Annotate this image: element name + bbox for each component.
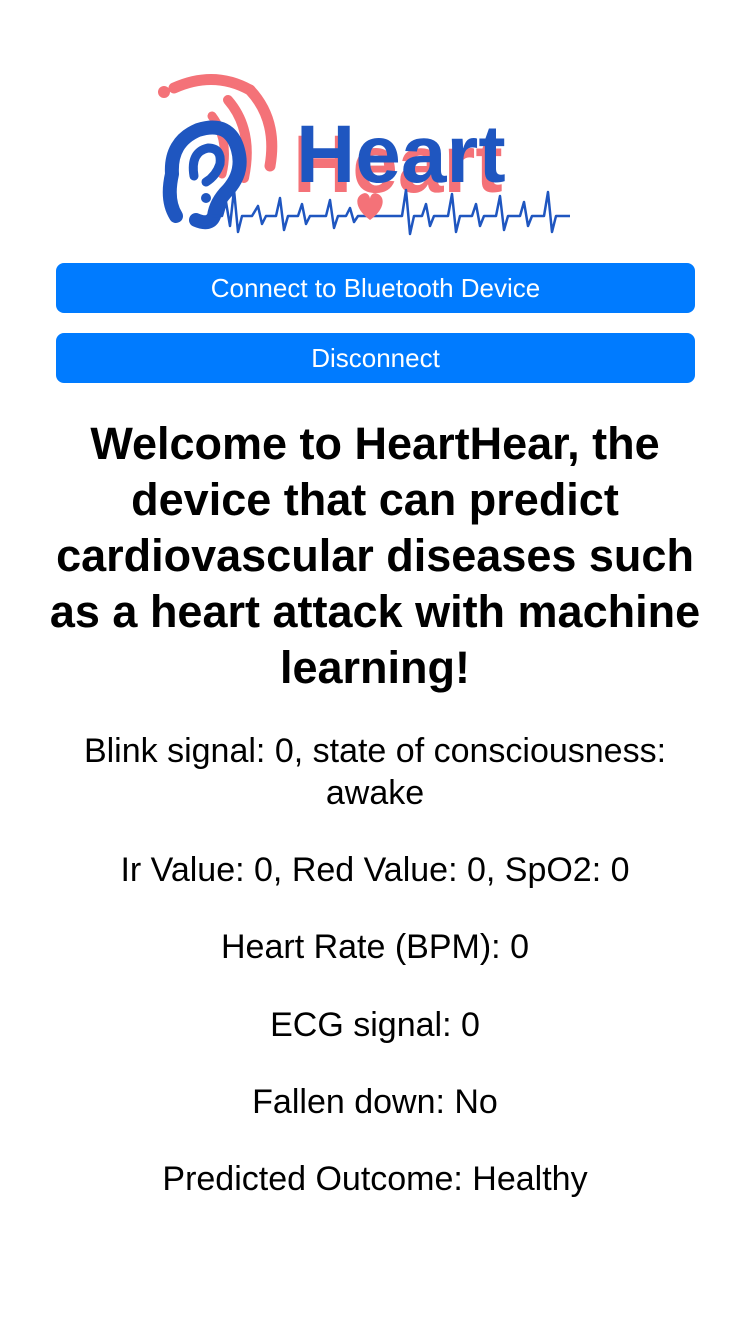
welcome-heading: Welcome to HeartHear, the device that ca… <box>49 418 701 693</box>
oximeter-reading: Ir Value: 0, Red Value: 0, SpO2: 0 <box>120 851 630 889</box>
app-page: Heart Heart Connect to Bluetooth Device … <box>0 0 750 1334</box>
ecg-signal-reading: ECG signal: 0 <box>270 1006 480 1044</box>
blink-signal-reading: Blink signal: 0, state of consciousness:… <box>83 732 667 812</box>
fallen-down-reading: Fallen down: No <box>252 1083 498 1121</box>
disconnect-button[interactable]: Disconnect <box>56 333 695 383</box>
connect-bluetooth-button[interactable]: Connect to Bluetooth Device <box>56 263 695 313</box>
predicted-outcome-reading: Predicted Outcome: Healthy <box>162 1160 588 1198</box>
ear-icon <box>162 120 247 230</box>
hearthear-logo: Heart Heart <box>150 70 590 240</box>
heart-rate-reading: Heart Rate (BPM): 0 <box>221 928 529 966</box>
logo-text: Heart <box>296 109 506 200</box>
